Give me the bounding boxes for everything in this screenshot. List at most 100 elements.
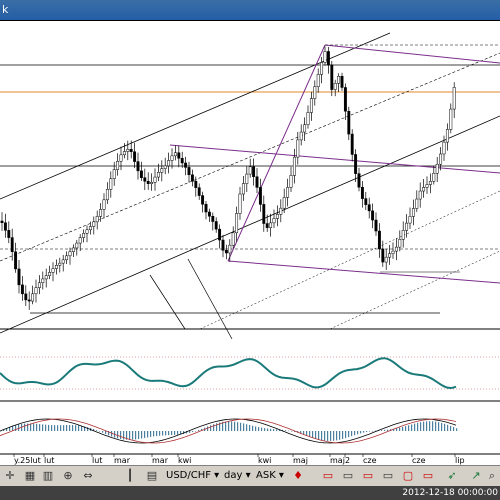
macd-histogram-bar: [249, 424, 251, 431]
chart-type-icon[interactable]: ▤: [144, 468, 160, 484]
line-tool-icon[interactable]: ▭: [340, 468, 356, 484]
macd-histogram-bar: [315, 431, 317, 439]
candle-body: [388, 253, 392, 258]
ruler-icon[interactable]: ▭: [320, 468, 336, 484]
macd-histogram-bar: [276, 429, 278, 431]
crosshair-icon[interactable]: ✛: [2, 468, 18, 484]
candle-body: [258, 187, 262, 205]
candle-body: [316, 74, 320, 87]
time-axis-label: cze: [363, 456, 377, 465]
pin-icon[interactable]: ♦: [290, 468, 306, 484]
macd-histogram-bar: [255, 426, 257, 431]
candle-body: [112, 169, 116, 179]
macd-histogram-bar: [387, 429, 389, 431]
indicator-icon[interactable]: ↗: [468, 468, 484, 484]
macd-histogram-bar: [258, 427, 260, 431]
candle-body: [374, 219, 378, 232]
macd-histogram-bar: [417, 422, 419, 431]
candle-body: [211, 215, 215, 222]
macd-histogram-bar: [54, 425, 56, 431]
chart-area[interactable]: y.25lut lut lut mar mar kwi kwi maj maj 2 cze cze li…: [0, 20, 500, 466]
macd-histogram-bar: [342, 431, 344, 439]
macd-histogram-bar: [399, 427, 401, 431]
text-tool-icon[interactable]: ▭: [380, 468, 396, 484]
candle-body: [422, 187, 426, 192]
macd-histogram-bar: [453, 427, 455, 431]
time-axis-label: maj: [330, 456, 345, 465]
candle-body: [303, 124, 307, 133]
candle-body: [241, 183, 245, 195]
macd-histogram-bar: [264, 428, 266, 431]
candle-body: [48, 272, 52, 276]
candle-body: [398, 239, 402, 248]
time-axis-label: lut: [92, 456, 102, 465]
macd-histogram-bar: [246, 424, 248, 431]
macd-histogram-bar: [165, 431, 167, 436]
macd-histogram-bar: [348, 431, 350, 438]
candle-body: [350, 133, 354, 155]
macd-histogram-bar: [252, 425, 254, 431]
candle-body: [82, 233, 86, 238]
magnifier-icon[interactable]: ⌕: [484, 468, 500, 484]
macd-histogram-bar: [456, 428, 458, 431]
purple-channel-top: [324, 44, 500, 64]
macd-histogram-bar: [213, 424, 215, 431]
purple-channel-mid: [169, 144, 500, 174]
candle-body: [360, 186, 364, 199]
macd-histogram-bar: [360, 431, 362, 434]
macd-histogram-bar: [42, 424, 44, 431]
candle-body: [330, 64, 334, 90]
macd-histogram-bar: [243, 423, 245, 431]
candle-body: [177, 152, 181, 159]
candle-body: [99, 209, 103, 217]
candle-body: [160, 168, 164, 173]
chart-toolbar: ✛ ▦ ▥ ⊕ ⇔ ┃ ▤ USD/CHF ▾ day ▾ ASK ▾ ♦ ▭ …: [0, 465, 500, 487]
candle-body: [14, 251, 18, 270]
macd-histogram-bar: [39, 424, 41, 431]
candle-body: [201, 195, 205, 205]
cursor-icon[interactable]: ➶: [444, 468, 460, 484]
macd-histogram-bar: [381, 430, 383, 431]
candle-body: [326, 51, 330, 66]
arrow-tool-icon[interactable]: ▭: [420, 468, 436, 484]
bar-chart-icon[interactable]: ▥: [40, 468, 56, 484]
candle-body: [197, 187, 201, 196]
candle-body: [7, 230, 11, 238]
status-datetime: 2012-12-18 00:00:00: [402, 488, 498, 498]
fibonacci-icon[interactable]: ▭: [360, 468, 376, 484]
candle-body: [143, 177, 147, 182]
candle-body: [109, 178, 113, 190]
zoom-in-icon[interactable]: ⊕: [60, 468, 76, 484]
candle-body: [299, 131, 303, 141]
macd-histogram-bar: [63, 425, 65, 431]
candle-body: [381, 248, 385, 263]
candle-body: [228, 244, 232, 254]
window-titlebar[interactable]: k: [0, 0, 500, 20]
candle-body: [167, 160, 171, 167]
macd-histogram-bar: [450, 425, 452, 431]
macd-histogram-bar: [435, 421, 437, 431]
candle-body: [207, 211, 211, 217]
candle-icon[interactable]: ┃: [122, 468, 138, 484]
shape-tool-icon[interactable]: ▢: [400, 468, 416, 484]
candle-body: [323, 51, 327, 63]
symbol-select[interactable]: USD/CHF ▾: [166, 468, 219, 484]
purple-trend-line: [227, 44, 326, 262]
macd-histogram-bar: [402, 426, 404, 431]
macd-histogram-bar: [309, 431, 311, 437]
macd-histogram-bar: [102, 431, 104, 433]
macd-histogram-bar: [174, 431, 176, 435]
grid-icon[interactable]: ▦: [22, 468, 38, 484]
timeframe-select[interactable]: day ▾: [224, 468, 251, 484]
scroll-icon[interactable]: ⇔: [80, 468, 96, 484]
candle-body: [343, 87, 347, 112]
candle-body: [265, 223, 269, 228]
symbol-value: USD/CHF: [166, 470, 211, 481]
macd-histogram-bar: [372, 430, 374, 432]
time-axis-labels: y.25lut lut lut mar mar kwi kwi maj maj 2 cze cze li…: [13, 454, 465, 465]
price-type-select[interactable]: ASK ▾: [256, 468, 284, 484]
macd-histogram-bar: [69, 425, 71, 431]
candle-body: [78, 237, 82, 244]
candle-body: [340, 75, 344, 88]
candle-body: [231, 232, 235, 246]
